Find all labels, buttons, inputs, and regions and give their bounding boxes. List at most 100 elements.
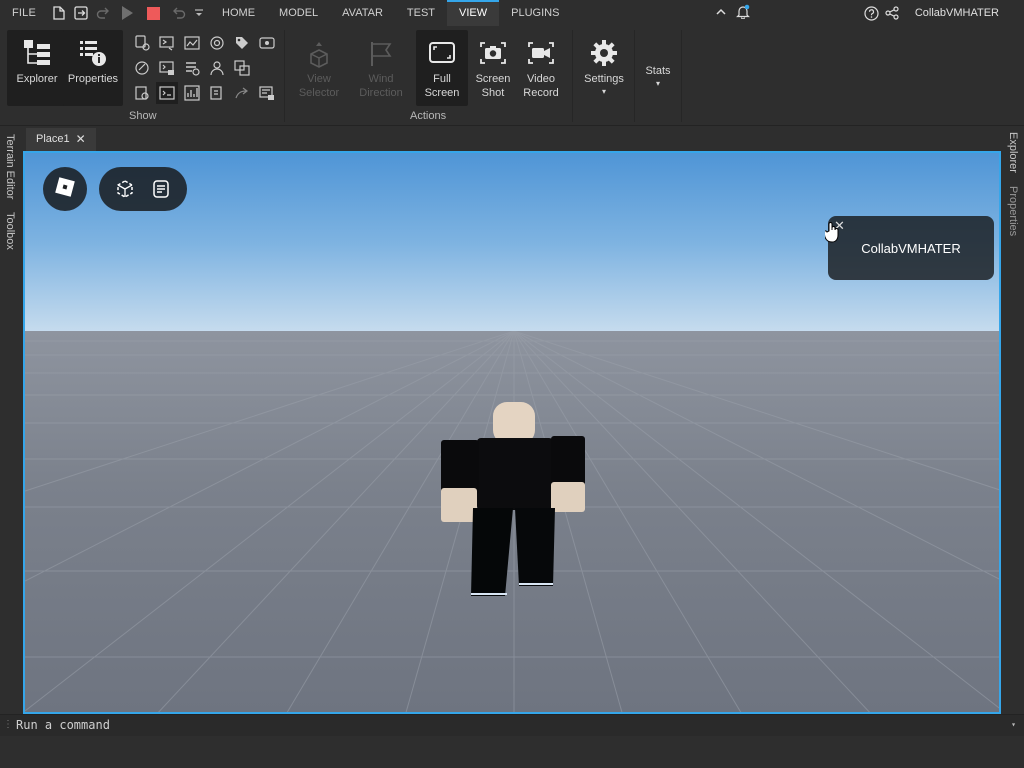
command-history-dropdown-icon[interactable]: ▾ [1011, 715, 1016, 735]
play-icon[interactable] [114, 0, 140, 26]
explorer-icon [22, 38, 52, 68]
left-dock: Terrain Editor Toolbox [0, 126, 20, 716]
view-selector-button[interactable]: View Selector [289, 30, 349, 106]
roblox-menu-button[interactable] [43, 167, 87, 211]
tab-view[interactable]: VIEW [447, 0, 500, 26]
asset-manager-icon[interactable] [131, 57, 153, 79]
share-icon[interactable] [885, 6, 899, 20]
ribbon-separator [681, 30, 682, 122]
wind-direction-label-2: Direction [359, 87, 403, 99]
topbar-pill [99, 167, 187, 211]
close-icon[interactable]: ✕ [76, 128, 86, 151]
full-screen-label-2: Screen [424, 87, 460, 99]
gear-icon [589, 38, 619, 68]
player-join-toast[interactable]: ✕ CollabVMHATER [828, 216, 994, 280]
game-explorer-icon[interactable] [231, 57, 253, 79]
tab-test[interactable]: TEST [395, 0, 447, 26]
view-selector-label-1: View [307, 73, 331, 85]
tab-home[interactable]: HOME [210, 0, 267, 26]
tab-model[interactable]: MODEL [267, 0, 330, 26]
hand-cursor-icon [825, 222, 839, 243]
video-record-label-1: Video [527, 73, 555, 85]
toolbox-tab[interactable]: Toolbox [4, 212, 16, 250]
team-create-icon[interactable] [206, 57, 228, 79]
empty-slot [256, 57, 278, 79]
terrain-editor-tab[interactable]: Terrain Editor [4, 134, 16, 199]
find-results-icon[interactable] [131, 82, 153, 104]
properties-icon [78, 38, 108, 68]
wind-direction-button[interactable]: Wind Direction [351, 30, 411, 106]
explorer-dock-tab[interactable]: Explorer [1007, 132, 1019, 173]
stats-label: Stats [645, 65, 671, 77]
account-area: CollabVMHATER [864, 0, 1024, 26]
properties-button-label: Properties [67, 73, 119, 85]
menu-bar: FILE HOME MODEL AVATAR TEST VIEW PLUGINS [0, 0, 1024, 26]
watch-panel-icon[interactable] [256, 82, 278, 104]
ribbon-separator [284, 30, 285, 122]
tab-plugins[interactable]: PLUGINS [499, 0, 571, 26]
explorer-button-label: Explorer [16, 73, 58, 85]
command-input[interactable]: Run a command [16, 718, 110, 732]
username-label[interactable]: CollabVMHATER [915, 7, 999, 19]
tab-avatar[interactable]: AVATAR [330, 0, 395, 26]
camera-icon [478, 38, 508, 68]
output-panel-icon[interactable] [156, 32, 178, 54]
video-record-button[interactable]: Video Record [511, 30, 571, 106]
wind-direction-icon [366, 38, 396, 68]
quick-access-dropdown-icon[interactable] [192, 0, 206, 26]
help-icon[interactable] [864, 5, 879, 21]
toolbox-panel-icon[interactable] [131, 32, 153, 54]
collapse-ribbon-icon[interactable] [716, 7, 726, 19]
tab-place1[interactable]: Place1 ✕ [26, 128, 96, 151]
view-selector-icon [304, 38, 334, 68]
stats-button[interactable]: Stats ▾ [634, 64, 682, 104]
file-menu[interactable]: FILE [0, 0, 48, 26]
screen-shot-label-2: Shot [481, 87, 505, 99]
status-bar [0, 736, 1024, 768]
video-camera-icon [526, 38, 556, 68]
tab-place1-label: Place1 [36, 133, 70, 145]
chat-icon[interactable] [151, 179, 171, 199]
wind-direction-label-1: Wind [368, 73, 394, 85]
chevron-down-icon: ▾ [601, 87, 606, 96]
command-bar-icon[interactable] [156, 57, 178, 79]
chevron-down-icon: ▾ [655, 79, 660, 88]
terminal-icon[interactable] [156, 82, 178, 104]
properties-button[interactable]: Properties [63, 30, 123, 106]
show-panels-grid [131, 32, 281, 107]
backpack-icon[interactable] [115, 179, 135, 199]
screen-shot-label-1: Screen [475, 73, 511, 85]
script-analysis-icon[interactable] [206, 82, 228, 104]
share-arrow-icon[interactable] [231, 82, 253, 104]
new-file-icon[interactable] [48, 0, 70, 26]
full-screen-icon [427, 38, 457, 68]
properties-dock-tab[interactable]: Properties [1007, 186, 1019, 236]
script-performance-icon[interactable] [181, 32, 203, 54]
collaboration-icon[interactable] [181, 57, 203, 79]
right-dock: Explorer Properties [1002, 126, 1024, 716]
game-viewport[interactable]: ✕ CollabVMHATER [23, 151, 1001, 714]
redo-icon[interactable] [92, 0, 114, 26]
tag-editor-icon[interactable] [206, 32, 228, 54]
settings-label: Settings [584, 73, 624, 85]
video-record-label-2: Record [523, 87, 559, 99]
full-screen-label-1: Full [433, 73, 451, 85]
device-emulator-icon[interactable] [256, 32, 278, 54]
full-screen-button[interactable]: Full Screen [416, 30, 468, 106]
undo-icon[interactable] [166, 0, 192, 26]
stop-icon[interactable] [140, 0, 166, 26]
settings-button[interactable]: Settings ▾ [574, 30, 634, 106]
tag-icon[interactable] [231, 32, 253, 54]
toast-player-name: CollabVMHATER [861, 240, 961, 256]
publish-icon[interactable] [70, 0, 92, 26]
command-bar[interactable]: ⋮ Run a command ▾ [0, 714, 1024, 736]
drag-handle-icon[interactable]: ⋮ [3, 715, 13, 735]
document-tabs: Place1 ✕ [22, 126, 1002, 151]
view-selector-label-2: Selector [298, 87, 340, 99]
ribbon-separator [572, 30, 573, 122]
actions-group-label: Actions [410, 110, 447, 122]
notification-bell-icon[interactable] [736, 4, 750, 22]
show-group-label: Show [129, 110, 157, 122]
explorer-button[interactable]: Explorer [7, 30, 67, 106]
microprofiler-icon[interactable] [181, 82, 203, 104]
